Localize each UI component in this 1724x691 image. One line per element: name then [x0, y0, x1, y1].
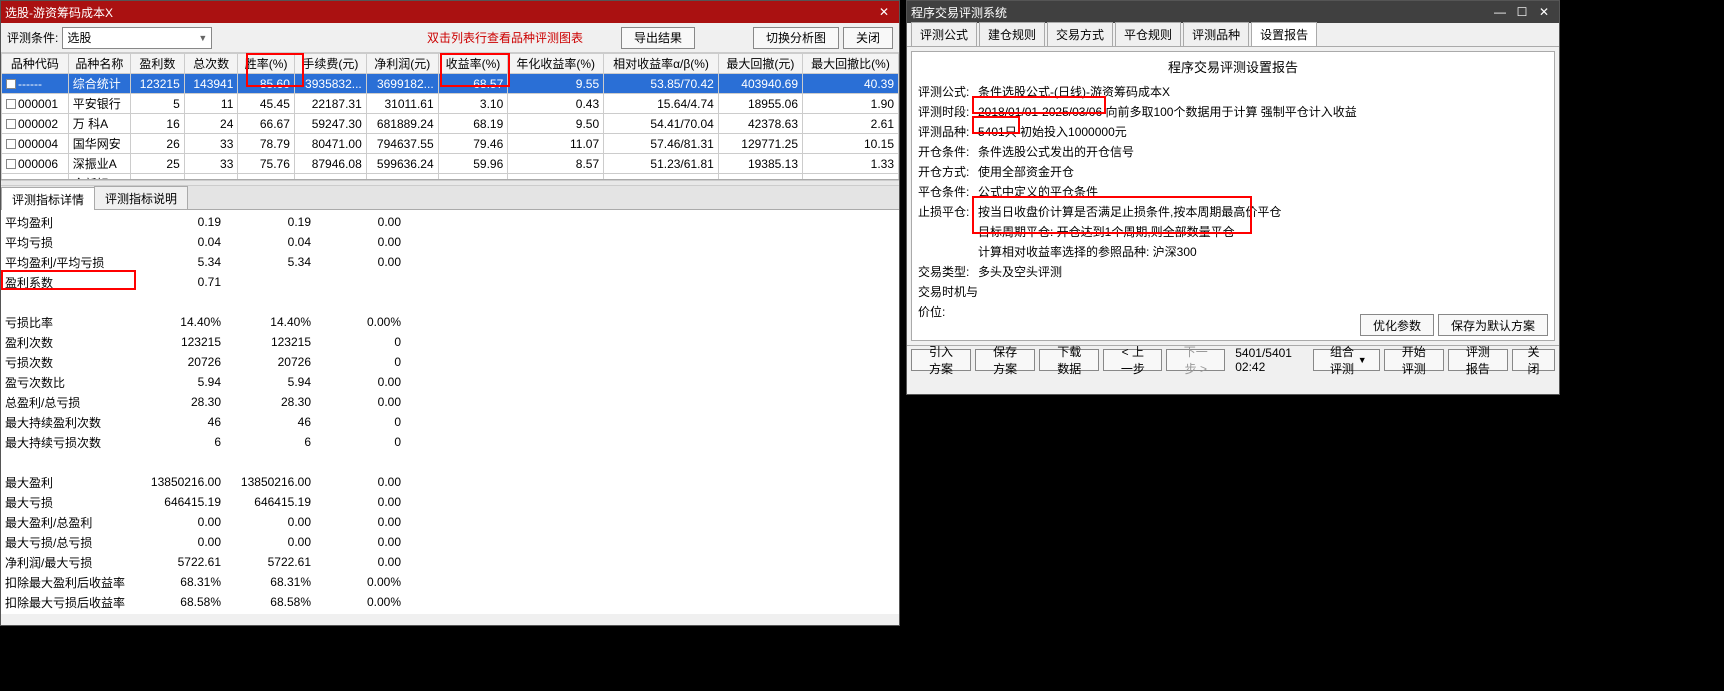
- report-row: 评测公式:条件选股公式-(日线)-游资筹码成本X: [918, 82, 1548, 102]
- next-button: 下一步 >: [1166, 349, 1225, 371]
- metric-row: 扣除最大亏损后收益率68.58%68.58%0.00%: [1, 592, 899, 612]
- metric-row: 最大盈利13850216.0013850216.000.00: [1, 472, 899, 492]
- right-tab[interactable]: 交易方式: [1047, 22, 1113, 46]
- right-tab[interactable]: 建仓规则: [979, 22, 1045, 46]
- status-text: 5401/5401 02:42: [1229, 346, 1305, 374]
- metric-row: 最大亏损646415.19646415.190.00: [1, 492, 899, 512]
- metric-row: 最大持续盈利次数46460: [1, 412, 899, 432]
- metric-row: 盈利系数0.71: [1, 272, 899, 292]
- export-button[interactable]: 导出结果: [621, 27, 695, 49]
- stock-select-window: 选股-游资筹码成本X ✕ 评测条件: 选股 ▼ 双击列表行查看品种评测图表 导出…: [0, 0, 900, 626]
- table-row[interactable]: 000001平安银行51145.4522187.3131011.613.100.…: [2, 94, 899, 114]
- right-tab[interactable]: 评测公式: [911, 22, 977, 46]
- metric-row: 最大亏损/总亏损0.000.000.00: [1, 532, 899, 552]
- right-tabs: 评测公式建仓规则交易方式平仓规则评测品种设置报告: [907, 23, 1559, 47]
- download-button[interactable]: 下载数据: [1039, 349, 1099, 371]
- col-header[interactable]: 净利润(元): [366, 54, 438, 74]
- eval-report-button[interactable]: 评测报告: [1448, 349, 1508, 371]
- table-row[interactable]: ------综合统计12321514394185.603935832...369…: [2, 74, 899, 94]
- chevron-down-icon: ▼: [1358, 355, 1367, 365]
- result-table: 品种代码品种名称盈利数总次数胜率(%)手续费(元)净利润(元)收益率(%)年化收…: [1, 53, 899, 180]
- col-header[interactable]: 最大回撤比(%): [803, 54, 899, 74]
- bottom-toolbar: 引入方案 保存方案 下载数据 < 上一步 下一步 > 5401/5401 02:…: [907, 345, 1559, 373]
- right-tab[interactable]: 设置报告: [1251, 22, 1317, 46]
- close-button[interactable]: 关闭: [1512, 349, 1555, 371]
- cond-combo[interactable]: 选股 ▼: [62, 27, 212, 49]
- metric-row: 净利润/最大亏损5722.615722.610.00: [1, 552, 899, 572]
- chevron-down-icon: ▼: [198, 33, 207, 43]
- cond-value: 选股: [67, 29, 91, 46]
- col-header[interactable]: 收益率(%): [438, 54, 508, 74]
- table-row[interactable]: 000006深振业A253375.7687946.08599636.2459.9…: [2, 154, 899, 174]
- metric-row: [1, 452, 899, 472]
- start-eval-button[interactable]: 开始评测: [1384, 349, 1444, 371]
- col-header[interactable]: 品种代码: [2, 54, 69, 74]
- col-header[interactable]: 手续费(元): [294, 54, 366, 74]
- save-default-button[interactable]: 保存为默认方案: [1438, 314, 1548, 336]
- col-header[interactable]: 相对收益率α/β(%): [604, 54, 719, 74]
- metric-row: 盈亏次数比5.945.940.00: [1, 372, 899, 392]
- table-row[interactable]: 000007全新好121866.6739881.62266264.0626.63…: [2, 174, 899, 181]
- metric-row: [1, 292, 899, 312]
- report-row: 评测时段:2018/01/01-2025/03/06 向前多取100个数据用于计…: [918, 102, 1548, 122]
- metric-row: 最大盈利/总盈利0.000.000.00: [1, 512, 899, 532]
- report-row: 计算相对收益率选择的参照品种: 沪深300: [918, 242, 1548, 262]
- minimize-icon[interactable]: —: [1489, 1, 1511, 23]
- col-header[interactable]: 盈利数: [131, 54, 185, 74]
- close-icon[interactable]: ✕: [1533, 1, 1555, 23]
- title-bar[interactable]: 程序交易评测系统 — ☐ ✕: [907, 1, 1559, 23]
- title-bar[interactable]: 选股-游资筹码成本X ✕: [1, 1, 899, 23]
- window-title: 程序交易评测系统: [911, 4, 1489, 21]
- detail-tabs: 评测指标详情 评测指标说明: [1, 186, 899, 210]
- cond-label: 评测条件:: [7, 29, 58, 46]
- close-button[interactable]: 关闭: [843, 27, 893, 49]
- close-icon[interactable]: ✕: [873, 1, 895, 23]
- report-row: 开仓方式:使用全部资金开仓: [918, 162, 1548, 182]
- right-tab[interactable]: 评测品种: [1183, 22, 1249, 46]
- metric-row: 盈利次数1232151232150: [1, 332, 899, 352]
- report-row: 止损平仓:按当日收盘价计算是否满足止损条件,按本周期最高价平仓: [918, 202, 1548, 222]
- report-row: 平仓条件:公式中定义的平仓条件: [918, 182, 1548, 202]
- table-row[interactable]: 000002万 科A162466.6759247.30681889.2468.1…: [2, 114, 899, 134]
- report-row: 交易类型:多头及空头评测: [918, 262, 1548, 282]
- col-header[interactable]: 品种名称: [68, 54, 130, 74]
- maximize-icon[interactable]: ☐: [1511, 1, 1533, 23]
- metric-row: 平均盈利0.190.190.00: [1, 212, 899, 232]
- tab-detail[interactable]: 评测指标详情: [1, 187, 95, 210]
- report-panel: 程序交易评测设置报告 评测公式:条件选股公式-(日线)-游资筹码成本X评测时段:…: [911, 51, 1555, 341]
- metric-row: 最大持续亏损次数660: [1, 432, 899, 452]
- col-header[interactable]: 总次数: [184, 54, 238, 74]
- col-header[interactable]: 最大回撤(元): [718, 54, 802, 74]
- combo-eval-button[interactable]: 组合评测 ▼: [1313, 349, 1379, 371]
- switch-chart-button[interactable]: 切换分析图: [753, 27, 839, 49]
- metric-row: 亏损比率14.40%14.40%0.00%: [1, 312, 899, 332]
- metric-row: 总盈利/总亏损28.3028.300.00: [1, 392, 899, 412]
- metric-row: 平均亏损0.040.040.00: [1, 232, 899, 252]
- metric-row: 扣除最大盈利后收益率68.31%68.31%0.00%: [1, 572, 899, 592]
- eval-system-window: 程序交易评测系统 — ☐ ✕ 评测公式建仓规则交易方式平仓规则评测品种设置报告 …: [906, 0, 1560, 395]
- report-row: 开仓条件:条件选股公式发出的开仓信号: [918, 142, 1548, 162]
- hint-text: 双击列表行查看品种评测图表: [427, 29, 583, 46]
- save-button[interactable]: 保存方案: [975, 349, 1035, 371]
- metric-row: 亏损次数20726207260: [1, 352, 899, 372]
- toolbar: 评测条件: 选股 ▼ 双击列表行查看品种评测图表 导出结果 切换分析图 关闭: [1, 23, 899, 53]
- optimize-button[interactable]: 优化参数: [1360, 314, 1434, 336]
- col-header[interactable]: 胜率(%): [238, 54, 295, 74]
- table-row[interactable]: 000004国华网安263378.7980471.00794637.5579.4…: [2, 134, 899, 154]
- prev-button[interactable]: < 上一步: [1103, 349, 1162, 371]
- col-header[interactable]: 年化收益率(%): [508, 54, 604, 74]
- result-table-wrap: 品种代码品种名称盈利数总次数胜率(%)手续费(元)净利润(元)收益率(%)年化收…: [1, 53, 899, 180]
- import-button[interactable]: 引入方案: [911, 349, 971, 371]
- tab-explain[interactable]: 评测指标说明: [94, 186, 188, 209]
- metric-row: 平均盈利/平均亏损5.345.340.00: [1, 252, 899, 272]
- right-tab[interactable]: 平仓规则: [1115, 22, 1181, 46]
- detail-panel: 平均盈利0.190.190.00平均亏损0.040.040.00平均盈利/平均亏…: [1, 210, 899, 614]
- window-title: 选股-游资筹码成本X: [5, 4, 873, 21]
- report-title: 程序交易评测设置报告: [918, 58, 1548, 78]
- report-row: 目标周期平仓: 开仓达到1个周期,则全部数量平仓: [918, 222, 1548, 242]
- report-row: 评测品种:5401只 初始投入1000000元: [918, 122, 1548, 142]
